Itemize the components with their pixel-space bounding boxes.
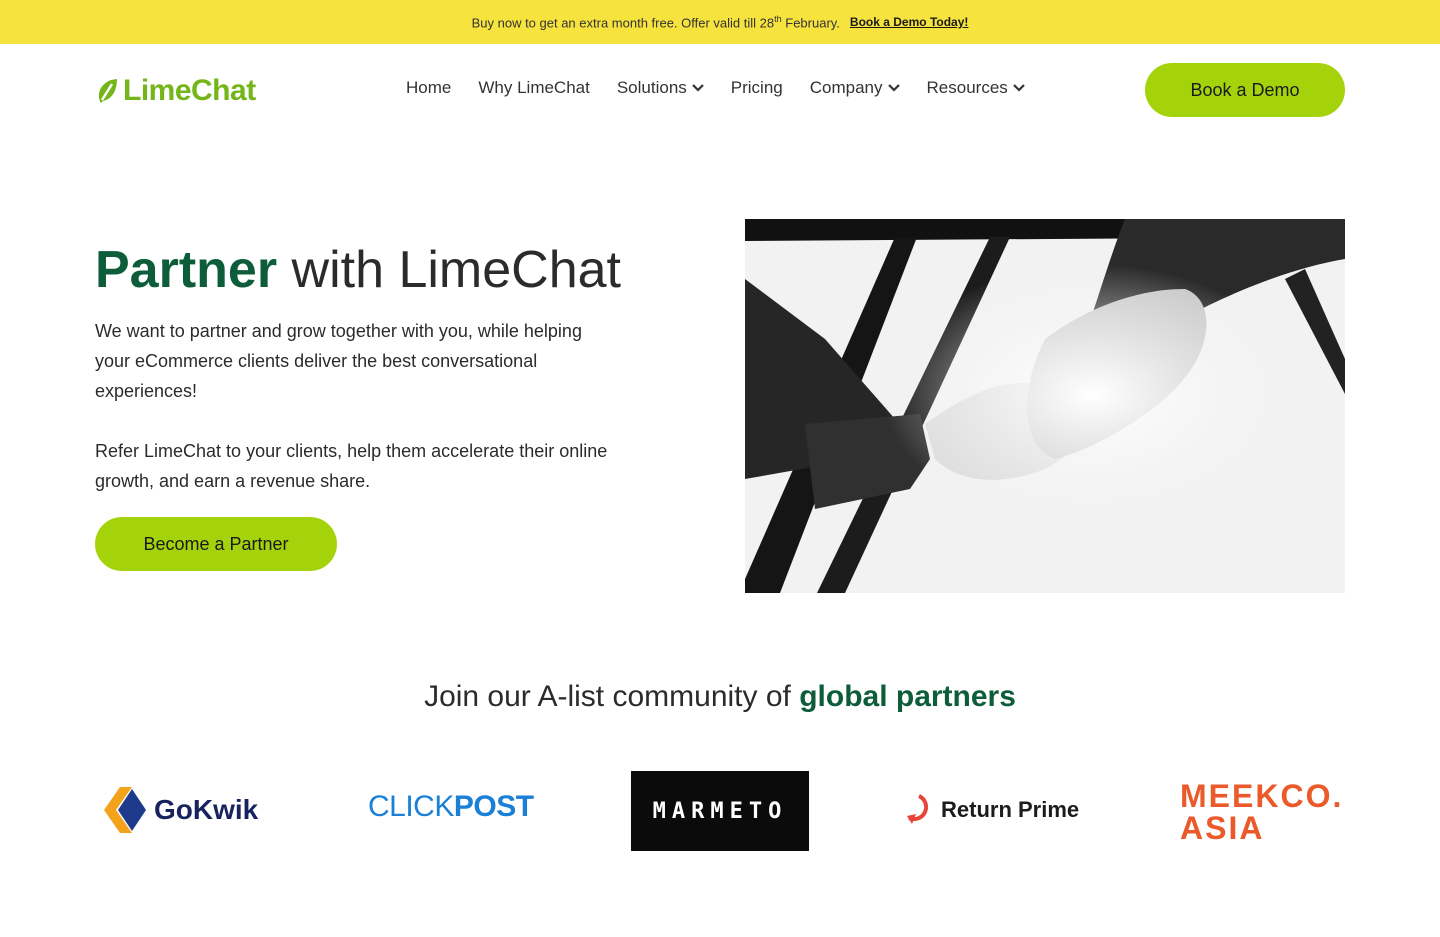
main-nav: Home Why LimeChat Solutions Pricing Comp… [406, 78, 1052, 98]
marmeto-logo: MARMETO [631, 771, 809, 851]
hero-paragraph-2: Refer LimeChat to your clients, help the… [95, 441, 608, 491]
chevron-down-icon [1013, 84, 1025, 92]
leaf-icon [98, 79, 117, 103]
meekco-asia-logo: MEEKCO. ASIA [1180, 778, 1344, 846]
nav-pricing[interactable]: Pricing [731, 78, 783, 98]
chevron-down-icon [692, 84, 704, 92]
nav-home[interactable]: Home [406, 78, 451, 98]
return-prime-mark-icon [907, 794, 929, 824]
handshake-image [745, 219, 1345, 593]
chevron-down-icon [887, 84, 900, 92]
book-demo-button[interactable]: Book a Demo [1145, 63, 1345, 117]
become-partner-button[interactable]: Become a Partner [95, 517, 337, 571]
brand-name: LimeChat [123, 74, 256, 107]
nav-company[interactable]: Company [810, 78, 900, 98]
clickpost-logo: CLICK POST [368, 790, 534, 823]
promo-banner: Buy now to get an extra month free. Offe… [0, 0, 1440, 44]
hero-title: Partner with LimeChat [95, 241, 621, 299]
return-prime-logo: Return Prime [903, 792, 1079, 828]
gokwik-logo: GoKwik [102, 785, 258, 835]
promo-message: Buy now to get an extra month free. Offe… [471, 13, 840, 31]
gokwik-mark-icon [104, 787, 146, 833]
nav-solutions[interactable]: Solutions [617, 78, 704, 98]
hero-paragraph-1: We want to partner and grow together wit… [95, 321, 582, 401]
nav-why-limechat[interactable]: Why LimeChat [478, 78, 589, 98]
partners-heading: Join our A-list community of global part… [424, 680, 1016, 713]
limechat-logo[interactable]: LimeChat [95, 74, 256, 108]
book-demo-today-link[interactable]: Book a Demo Today! [850, 15, 968, 29]
nav-resources[interactable]: Resources [927, 78, 1025, 98]
